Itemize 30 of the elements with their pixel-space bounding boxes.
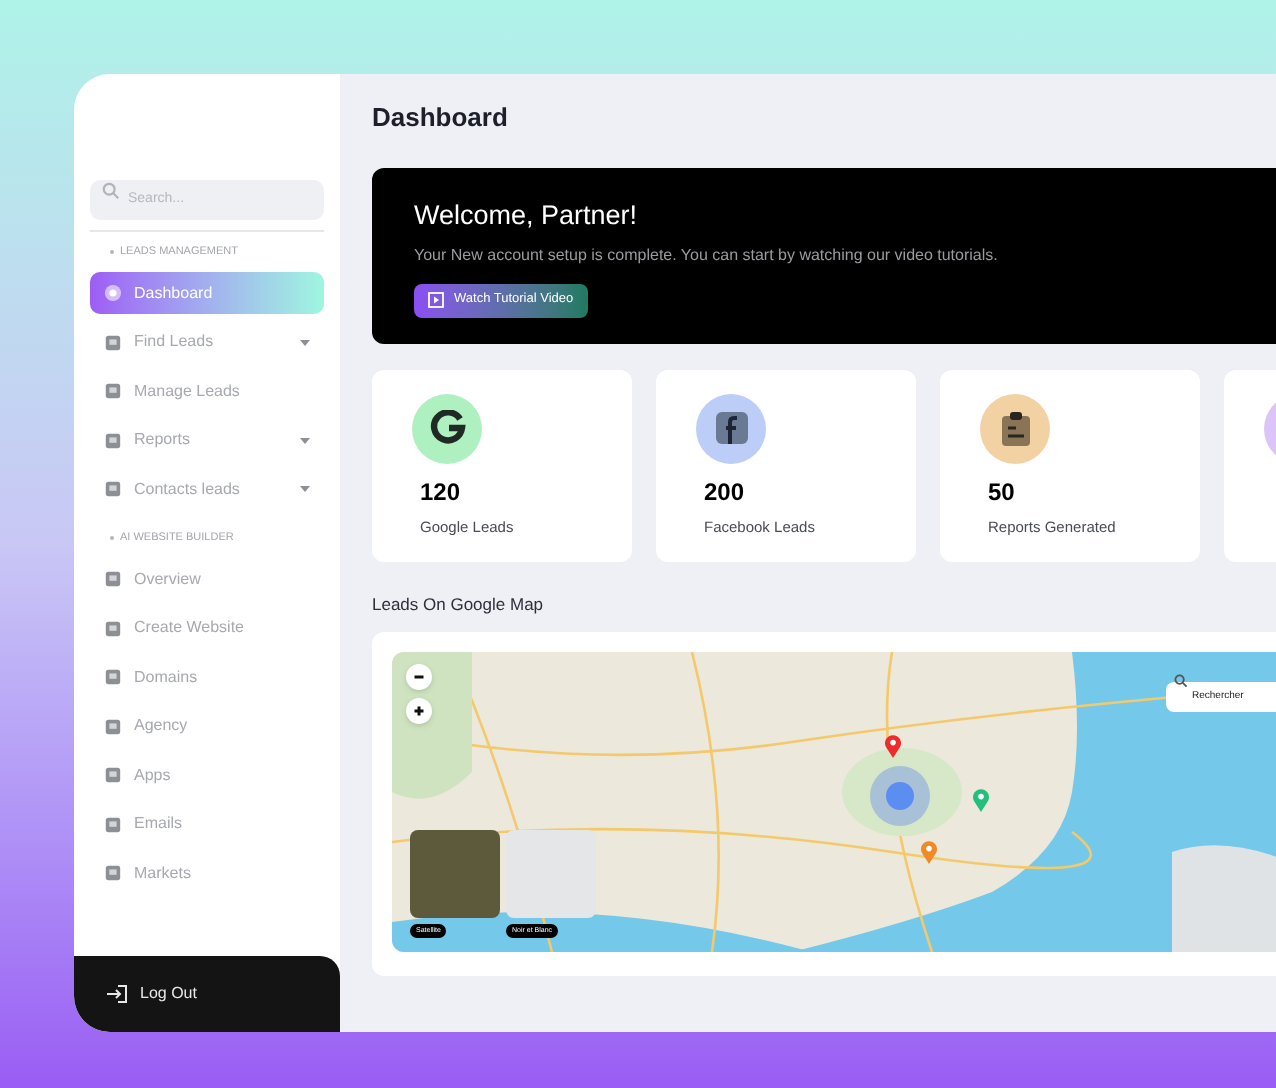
sidebar-item[interactable]: Emails	[90, 803, 324, 845]
section-title: Leads On Google Map	[372, 591, 544, 617]
stat-value: 50	[986, 475, 1015, 509]
sidebar-item[interactable]: Manage Leads	[90, 370, 324, 413]
welcome-text: Your New account setup is complete. You can start by watching our video tutorials.	[414, 243, 998, 268]
sidebar-item[interactable]: Find Leads	[90, 321, 324, 364]
sidebar-item[interactable]: Markets	[90, 852, 324, 894]
google-g-icon	[429, 410, 465, 446]
sidebar-item[interactable]: Apps	[90, 754, 324, 796]
satellite-thumbnail[interactable]	[410, 830, 500, 919]
sidebar-item[interactable]: Reports	[90, 419, 324, 462]
plus-icon	[410, 702, 428, 721]
mono-map-thumbnail[interactable]	[506, 830, 596, 919]
play-icon	[428, 292, 444, 309]
sidebar-item[interactable]: Domains	[90, 656, 324, 698]
stat-value: 200	[702, 475, 745, 509]
search-icon	[102, 181, 120, 199]
sidebar-item[interactable]: Create Website	[90, 607, 324, 649]
welcome-title: Welcome, Partner!	[414, 197, 638, 233]
sidebar-item[interactable]: Agency	[90, 705, 324, 747]
logout-button[interactable]: Log Out	[74, 956, 340, 1032]
logout-icon	[106, 984, 128, 1004]
stat-value: 120	[418, 475, 461, 509]
sidebar-item[interactable]: Dashboard	[90, 272, 324, 315]
facebook-icon	[715, 412, 747, 444]
search-icon	[1174, 674, 1188, 689]
sidebar-item[interactable]: Contacts leads	[90, 468, 324, 511]
page-title: Dashboard	[372, 100, 508, 136]
home-icon	[104, 284, 122, 303]
sidebar-item[interactable]: Overview	[90, 558, 324, 600]
